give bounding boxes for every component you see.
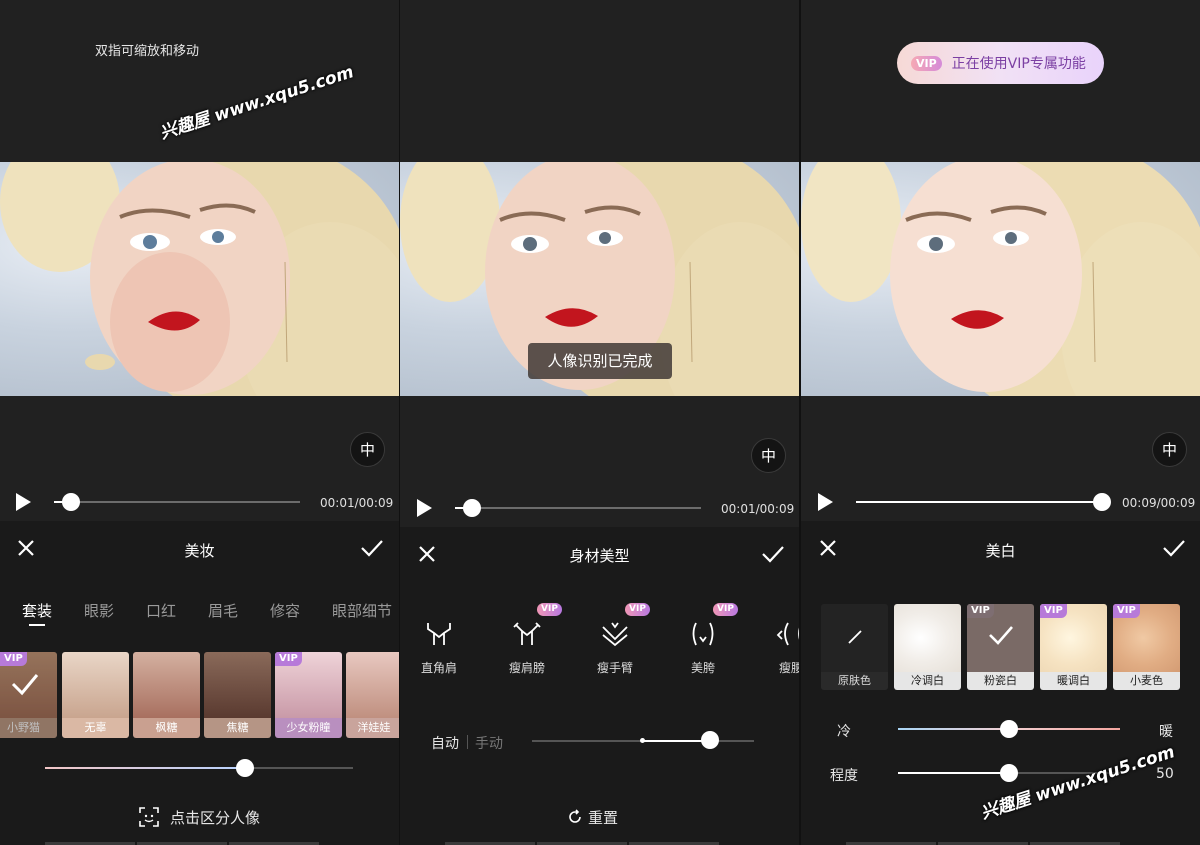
look-item[interactable]: 焦糖	[204, 652, 271, 738]
selected-check-icon	[11, 674, 39, 696]
vip-badge: VIP	[625, 603, 650, 616]
strength-knob[interactable]	[701, 731, 719, 749]
time-readout: 00:01/00:09	[320, 496, 394, 510]
tab-eyeshadow[interactable]: 眼影	[84, 600, 114, 621]
vip-badge: VIP	[0, 652, 27, 666]
compare-button[interactable]: 中	[1152, 432, 1187, 467]
play-button[interactable]	[16, 493, 31, 511]
vip-badge: VIP	[537, 603, 562, 616]
skin-tone-swatch[interactable]: 暖调白 VIP	[1040, 604, 1107, 690]
vip-badge: VIP	[713, 603, 738, 616]
default-marker	[640, 738, 645, 743]
whitening-panel: VIP 正在使用VIP专属功能 中 00:09/00:09 美白 原肤色 冷调白…	[801, 0, 1200, 845]
face-detect-icon	[139, 807, 159, 827]
pinch-zoom-hint: 双指可缩放和移动	[94, 44, 199, 59]
progress-track[interactable]	[856, 501, 1102, 503]
look-item[interactable]: 小野猫 VIP	[0, 652, 57, 738]
body-tool-slim-waist[interactable]: 瘦腰	[756, 615, 799, 675]
mode-auto[interactable]: 自动	[431, 733, 459, 753]
body-shape-panel: 人像识别已完成 中 00:01/00:09 身材美型 直角肩 瘦肩膀 VIP 瘦…	[400, 0, 799, 845]
progress-knob[interactable]	[463, 499, 481, 517]
preview-top-area: VIP 正在使用VIP专属功能	[801, 0, 1200, 162]
intensity-knob[interactable]	[236, 759, 254, 777]
reset-button[interactable]: 重置	[588, 807, 618, 828]
preview-top-area: 双指可缩放和移动 兴趣屋 www.xqu5.com	[0, 0, 399, 162]
portrait-photo[interactable]	[801, 162, 1200, 396]
watermark: 兴趣屋 www.xqu5.com	[157, 62, 357, 144]
waist-icon	[776, 622, 799, 646]
look-item[interactable]: 少女粉瞳 VIP	[275, 652, 342, 738]
compare-button[interactable]: 中	[350, 432, 385, 467]
vip-banner-text: 正在使用VIP专属功能	[951, 56, 1086, 72]
skin-tone-swatch[interactable]: 冷调白	[894, 604, 961, 690]
tab-contour[interactable]: 修容	[270, 600, 300, 621]
skin-tone-swatch[interactable]: 粉瓷白 VIP	[967, 604, 1034, 690]
progress-track[interactable]	[455, 507, 701, 509]
cold-label: 冷	[837, 724, 851, 740]
look-item[interactable]: 洋娃娃	[346, 652, 399, 738]
panel-title: 美妆	[184, 542, 215, 560]
vip-badge: VIP	[1040, 604, 1067, 618]
panel-title: 美白	[985, 542, 1016, 560]
slim-arm-icon	[602, 622, 628, 647]
confirm-icon[interactable]	[360, 538, 384, 558]
vip-badge: VIP	[275, 652, 302, 666]
makeup-panel: 双指可缩放和移动 兴趣屋 www.xqu5.com 中 00:01/00:09 …	[0, 0, 399, 845]
play-button[interactable]	[417, 499, 432, 517]
degree-label: 程度	[830, 768, 858, 784]
degree-knob[interactable]	[1000, 764, 1018, 782]
body-tool-square-shoulder[interactable]: 直角肩	[404, 615, 474, 675]
progress-knob[interactable]	[62, 493, 80, 511]
active-tab-indicator	[29, 624, 45, 626]
intensity-slider[interactable]	[45, 767, 353, 769]
preview-top-area	[400, 0, 799, 162]
vip-banner[interactable]: VIP 正在使用VIP专属功能	[897, 42, 1104, 84]
tab-lipstick[interactable]: 口红	[146, 600, 176, 621]
vip-badge: VIP	[967, 604, 994, 618]
mode-manual[interactable]: 手动	[475, 733, 503, 753]
compare-button[interactable]: 中	[751, 438, 786, 473]
reset-icon	[569, 809, 581, 823]
degree-value: 50	[1156, 766, 1174, 782]
time-readout: 00:01/00:09	[721, 502, 795, 516]
compare-icon: 中	[1161, 441, 1177, 459]
compare-icon: 中	[760, 447, 776, 465]
portrait-illustration	[801, 162, 1200, 396]
vip-badge: VIP	[1113, 604, 1140, 618]
panel-title: 身材美型	[569, 547, 630, 565]
portrait-photo[interactable]	[0, 162, 399, 396]
slim-shoulder-icon	[513, 622, 541, 645]
body-tool-slim-arm[interactable]: 瘦手臂	[580, 615, 650, 675]
look-item[interactable]: 无辜	[62, 652, 129, 738]
compare-icon: 中	[359, 441, 375, 459]
progress-knob[interactable]	[1093, 493, 1111, 511]
confirm-icon[interactable]	[1162, 538, 1186, 558]
vip-badge: VIP	[911, 55, 942, 71]
tab-eyebrow[interactable]: 眉毛	[208, 600, 238, 621]
body-tool-slim-shoulder[interactable]: 瘦肩膀	[492, 615, 562, 675]
look-item[interactable]: 枫糖	[133, 652, 200, 738]
confirm-icon[interactable]	[761, 544, 785, 564]
progress-track[interactable]	[54, 501, 300, 503]
tone-knob[interactable]	[1000, 720, 1018, 738]
mode-divider	[467, 735, 468, 749]
tab-set[interactable]: 套装	[22, 600, 52, 621]
separate-portrait-button[interactable]: 点击区分人像	[170, 807, 260, 828]
none-icon	[848, 630, 862, 644]
skin-tone-swatch[interactable]: 小麦色 VIP	[1113, 604, 1180, 690]
makeup-looks-list: 小野猫 VIP 无辜 枫糖 焦糖 少女粉瞳 VIP 洋娃娃	[0, 652, 399, 738]
skin-tone-swatch[interactable]: 原肤色	[821, 604, 888, 690]
selected-check-icon	[989, 626, 1013, 645]
body-tool-hip[interactable]: 美胯	[668, 615, 738, 675]
makeup-tabs: 套装 眼影 口红 眉毛 修容 眼部细节	[0, 600, 399, 620]
portrait-illustration	[0, 162, 399, 396]
time-readout: 00:09/00:09	[1122, 496, 1196, 510]
recognition-toast: 人像识别已完成	[528, 343, 672, 379]
tab-eye-detail[interactable]: 眼部细节	[332, 600, 392, 621]
play-button[interactable]	[818, 493, 833, 511]
body-shape-toolbar	[400, 527, 799, 845]
shoulder-icon	[427, 623, 451, 645]
hip-icon	[692, 622, 714, 646]
